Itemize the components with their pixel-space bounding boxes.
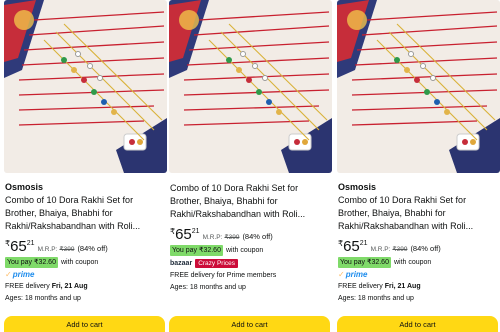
coupon-suffix: with coupon: [60, 259, 99, 266]
add-to-cart-button[interactable]: Add to cart: [169, 316, 330, 332]
product-title-line[interactable]: Combo of 10 Dora Rakhi Set for: [5, 194, 165, 207]
delivery-info: FREE delivery Fri, 21 Aug: [5, 282, 165, 292]
rakhi-product-photo: [337, 0, 500, 173]
bazaar-badge: bazaar Crazy Prices: [170, 258, 330, 268]
coupon-suffix: with coupon: [225, 247, 264, 254]
product-image[interactable]: [337, 0, 500, 173]
bazaar-label: bazaar: [170, 259, 193, 267]
product-title[interactable]: Combo of 10 Dora Rakhi Set for Brother, …: [5, 194, 165, 233]
add-to-cart-button[interactable]: Add to cart: [337, 316, 498, 332]
price-whole: 65: [175, 226, 192, 243]
currency-symbol: ₹: [5, 239, 11, 248]
product-card[interactable]: Combo of 10 Dora Rakhi Set for Brother, …: [169, 0, 332, 332]
price-whole: 65: [10, 238, 27, 255]
age-range: Ages: 18 months and up: [5, 295, 81, 302]
delivery-info: FREE delivery Fri, 21 Aug: [338, 282, 498, 292]
price-fraction: 21: [26, 240, 35, 247]
delivery-info: FREE delivery for Prime members: [170, 272, 277, 279]
price-row: ₹ 65 21 M.R.P: ₹399 (84% off): [338, 239, 498, 255]
mrp-value: ₹399: [392, 246, 408, 253]
price-fraction: 21: [191, 228, 200, 235]
prime-check-icon: ✓: [338, 269, 345, 279]
mrp-label: M.R.P:: [202, 234, 223, 241]
delivery-prefix: FREE delivery: [338, 283, 385, 290]
product-card[interactable]: Osmosis Combo of 10 Dora Rakhi Set for B…: [337, 0, 500, 332]
product-image[interactable]: [4, 0, 167, 173]
crazy-prices-badge: Crazy Prices: [195, 258, 239, 268]
product-title-line[interactable]: Brother, Bhaiya, Bhabhi for: [170, 195, 330, 208]
prime-label: prime: [12, 269, 35, 279]
rakhi-product-photo: [4, 0, 167, 173]
product-title-line[interactable]: Brother, Bhaiya, Bhabhi for: [5, 207, 165, 220]
product-image[interactable]: [169, 0, 332, 173]
product-title[interactable]: Combo of 10 Dora Rakhi Set for Brother, …: [170, 182, 330, 221]
product-card[interactable]: Osmosis Combo of 10 Dora Rakhi Set for B…: [4, 0, 167, 332]
rakhi-product-photo: [169, 0, 332, 173]
mrp-value: ₹399: [224, 234, 240, 241]
product-title-line[interactable]: Rakhi/Rakshabandhan with Roli...: [338, 220, 498, 233]
product-title-line[interactable]: Combo of 10 Dora Rakhi Set for: [338, 194, 498, 207]
brand-name: Osmosis: [338, 182, 377, 192]
delivery-prefix: FREE delivery: [5, 283, 52, 290]
prime-label: prime: [345, 269, 368, 279]
coupon-badge: You pay ₹32.60: [170, 245, 223, 256]
delivery-date: Fri, 21 Aug: [51, 283, 88, 290]
discount-percent: (84% off): [242, 232, 273, 241]
coupon-badge: You pay ₹32.60: [5, 257, 58, 268]
add-to-cart-button[interactable]: Add to cart: [4, 316, 165, 332]
coupon-row: You pay ₹32.60 with coupon: [338, 257, 498, 268]
prime-badge: ✓ prime: [5, 269, 165, 279]
brand-name: Osmosis: [5, 182, 44, 192]
mrp-label: M.R.P:: [37, 246, 58, 253]
price-row: ₹ 65 21 M.R.P: ₹399 (84% off): [170, 227, 330, 243]
coupon-row: You pay ₹32.60 with coupon: [5, 257, 165, 268]
product-grid: Osmosis Combo of 10 Dora Rakhi Set for B…: [0, 0, 500, 332]
age-range: Ages: 18 months and up: [338, 295, 414, 302]
product-title[interactable]: Combo of 10 Dora Rakhi Set for Brother, …: [338, 194, 498, 233]
age-range: Ages: 18 months and up: [170, 284, 246, 291]
product-title-line[interactable]: Rakhi/Rakshabandhan with Roli...: [5, 220, 165, 233]
prime-badge: ✓ prime: [338, 269, 498, 279]
mrp-value: ₹399: [59, 246, 75, 253]
currency-symbol: ₹: [338, 239, 344, 248]
discount-percent: (84% off): [77, 244, 108, 253]
coupon-badge: You pay ₹32.60: [338, 257, 391, 268]
price-whole: 65: [343, 238, 360, 255]
coupon-suffix: with coupon: [393, 259, 432, 266]
coupon-row: You pay ₹32.60 with coupon: [170, 245, 330, 256]
product-title-line[interactable]: Combo of 10 Dora Rakhi Set for: [170, 182, 330, 195]
currency-symbol: ₹: [170, 227, 176, 236]
price-fraction: 21: [359, 240, 368, 247]
prime-check-icon: ✓: [5, 269, 12, 279]
mrp-label: M.R.P:: [370, 246, 391, 253]
delivery-date: Fri, 21 Aug: [384, 283, 421, 290]
discount-percent: (84% off): [410, 244, 441, 253]
product-title-line[interactable]: Rakhi/Rakshabandhan with Roli...: [170, 208, 330, 221]
product-title-line[interactable]: Brother, Bhaiya, Bhabhi for: [338, 207, 498, 220]
price-row: ₹ 65 21 M.R.P: ₹399 (84% off): [5, 239, 165, 255]
